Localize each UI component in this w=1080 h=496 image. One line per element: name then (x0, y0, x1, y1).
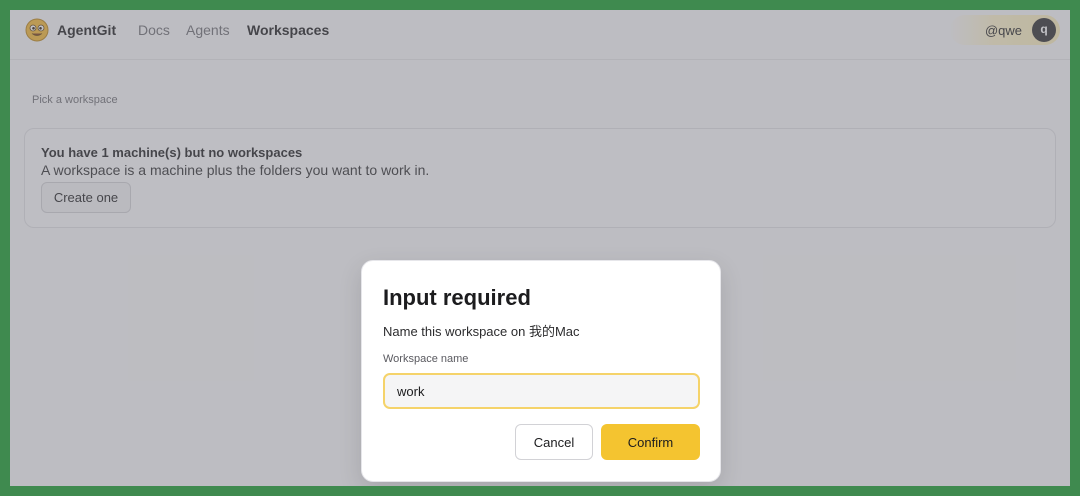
input-dialog: Input required Name this workspace on 我的… (361, 260, 721, 482)
dialog-subtitle: Name this workspace on 我的Mac (383, 324, 580, 339)
app-window: AgentGit Docs Agents Workspaces @qwe q P… (10, 10, 1070, 486)
cancel-button[interactable]: Cancel (515, 424, 593, 460)
workspace-name-label: Workspace name (383, 353, 469, 365)
confirm-button[interactable]: Confirm (601, 424, 700, 460)
dialog-title: Input required (383, 285, 531, 310)
workspace-name-input[interactable] (383, 373, 700, 409)
